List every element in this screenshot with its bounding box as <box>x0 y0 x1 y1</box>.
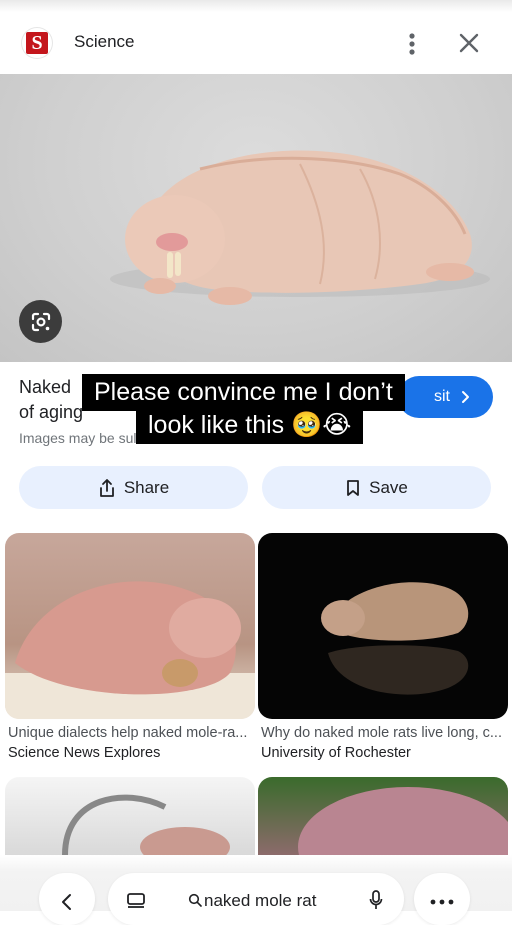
save-button[interactable]: Save <box>262 466 491 509</box>
google-lens-button[interactable] <box>19 300 62 343</box>
related-image-partial[interactable] <box>258 777 508 855</box>
hero-image[interactable] <box>0 74 512 362</box>
bookmark-icon <box>347 479 360 496</box>
tabs-icon[interactable] <box>126 893 146 909</box>
related-image[interactable] <box>5 533 255 719</box>
chevron-right-icon <box>462 391 469 403</box>
back-button[interactable] <box>39 873 95 925</box>
site-logo[interactable]: S <box>22 28 52 58</box>
mic-icon[interactable] <box>369 890 383 910</box>
related-title[interactable]: Why do naked mole rats live long, c... <box>261 725 507 741</box>
related-source: Science News Explores <box>8 745 161 761</box>
share-label: Share <box>123 477 170 497</box>
naked-mole-rat-illustration <box>110 150 490 305</box>
mole-rat-pup-image <box>5 581 255 719</box>
browser-bottom-bar: naked mole rat <box>0 855 512 925</box>
share-icon <box>99 478 114 497</box>
related-source: University of Rochester <box>261 745 411 761</box>
overlay-caption-line1: Please convince me I don’t <box>82 374 405 411</box>
search-icon <box>188 893 202 907</box>
overlay-caption-line2: look like this 🥹😭 <box>136 407 364 444</box>
related-title[interactable]: Unique dialects help naked mole-ra... <box>8 725 254 741</box>
copyright-disclaimer: Images may be sul <box>19 430 137 446</box>
site-logo-letter: S <box>26 32 48 54</box>
site-name[interactable]: Science <box>74 32 134 52</box>
mole-rat-reflection-image <box>321 582 469 695</box>
visit-button[interactable]: sit <box>398 376 493 418</box>
source-header: S Science <box>0 12 512 74</box>
status-bar-fade <box>0 0 512 12</box>
more-vert-icon[interactable] <box>398 30 426 58</box>
related-image-partial[interactable] <box>5 777 255 855</box>
mole-rat-in-tube-image <box>62 794 230 855</box>
result-title-line2[interactable]: of aging <box>19 402 83 423</box>
mole-rat-closeup-image <box>298 787 508 855</box>
close-icon[interactable] <box>456 30 482 56</box>
overflow-menu-button[interactable] <box>414 873 470 925</box>
share-button[interactable]: Share <box>19 466 248 509</box>
search-query[interactable]: naked mole rat <box>204 891 316 911</box>
more-horiz-icon <box>430 899 454 905</box>
result-title-line1[interactable]: Naked <box>19 377 71 398</box>
related-image[interactable] <box>258 533 508 719</box>
save-label: Save <box>369 477 408 497</box>
visit-label: sit <box>434 388 450 405</box>
chevron-left-icon <box>62 894 71 910</box>
google-lens-icon <box>31 312 50 331</box>
search-bar[interactable]: naked mole rat <box>108 873 404 925</box>
